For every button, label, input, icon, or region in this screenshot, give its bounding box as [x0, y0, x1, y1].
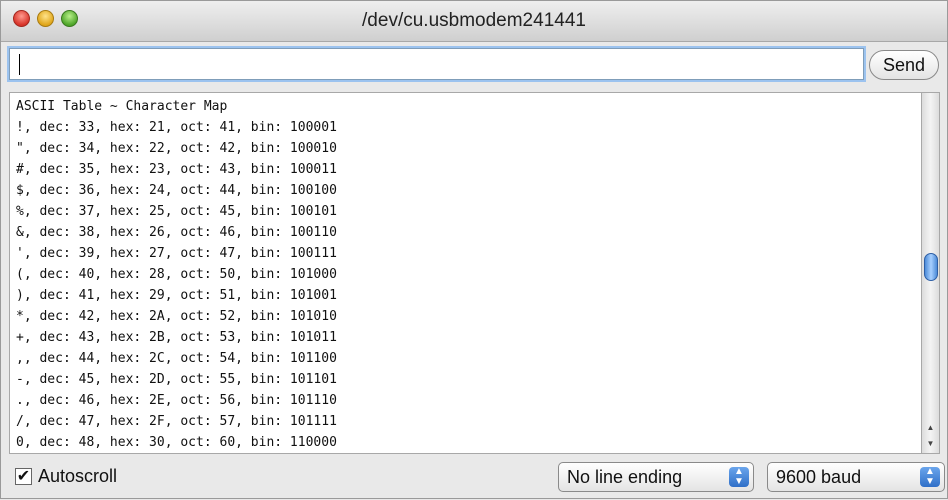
output-line: -, dec: 45, hex: 2D, oct: 55, bin: 10110…: [16, 372, 337, 387]
output-line: (, dec: 40, hex: 28, oct: 50, bin: 10100…: [16, 267, 337, 282]
line-ending-value: No line ending: [567, 467, 683, 487]
send-input[interactable]: [9, 48, 864, 80]
output-line: *, dec: 42, hex: 2A, oct: 52, bin: 10101…: [16, 309, 337, 324]
autoscroll-label: Autoscroll: [38, 465, 118, 486]
serial-monitor-window: /dev/cu.usbmodem241441 Send ASCII Table …: [0, 0, 948, 499]
output-lines: ASCII Table ~ Character Map !, dec: 33, h…: [16, 96, 337, 453]
baud-value: 9600 baud: [776, 467, 862, 487]
output-line: !, dec: 33, hex: 21, oct: 41, bin: 10000…: [16, 120, 337, 135]
output-line: &, dec: 38, hex: 26, oct: 46, bin: 10011…: [16, 225, 337, 240]
line-ending-select[interactable]: No line ending ▲ ▼: [558, 462, 754, 492]
output-line: ,, dec: 44, hex: 2C, oct: 54, bin: 10110…: [16, 351, 337, 366]
autoscroll-toggle[interactable]: ✔ Autoscroll: [15, 465, 117, 487]
output-line: 0, dec: 48, hex: 30, oct: 60, bin: 11000…: [16, 435, 337, 450]
scroll-thumb[interactable]: [924, 253, 938, 281]
output-line: /, dec: 47, hex: 2F, oct: 57, bin: 10111…: [16, 414, 337, 429]
vertical-scrollbar[interactable]: ▲ ▼: [921, 92, 940, 454]
checkmark-icon[interactable]: ✔: [15, 467, 32, 485]
output-line: %, dec: 37, hex: 25, oct: 45, bin: 10010…: [16, 204, 337, 219]
send-button[interactable]: Send: [869, 50, 939, 80]
output-line: +, dec: 43, hex: 2B, oct: 53, bin: 10101…: [16, 330, 337, 345]
status-bar: ✔ Autoscroll No line ending ▲ ▼ 9600 baud…: [1, 456, 947, 500]
output-line: ), dec: 41, hex: 29, oct: 51, bin: 10100…: [16, 288, 337, 303]
text-caret: [19, 54, 20, 75]
output-line: ', dec: 39, hex: 27, oct: 47, bin: 10011…: [16, 246, 337, 261]
select-arrows-icon: ▲ ▼: [729, 467, 749, 487]
select-arrows-icon: ▲ ▼: [920, 467, 940, 487]
output-line: ASCII Table ~ Character Map: [16, 99, 228, 114]
scroll-up-icon[interactable]: ▲: [922, 420, 939, 436]
scroll-down-icon[interactable]: ▼: [922, 436, 939, 452]
send-row: Send: [9, 48, 939, 82]
window-title: /dev/cu.usbmodem241441: [362, 10, 586, 31]
output-line: $, dec: 36, hex: 24, oct: 44, bin: 10010…: [16, 183, 337, 198]
output-line: ", dec: 34, hex: 22, oct: 42, bin: 10001…: [16, 141, 337, 156]
title-bar: /dev/cu.usbmodem241441: [1, 1, 947, 42]
baud-select[interactable]: 9600 baud ▲ ▼: [767, 462, 945, 492]
serial-output[interactable]: ASCII Table ~ Character Map !, dec: 33, h…: [9, 92, 921, 454]
output-line: ., dec: 46, hex: 2E, oct: 56, bin: 10111…: [16, 393, 337, 408]
output-line: #, dec: 35, hex: 23, oct: 43, bin: 10001…: [16, 162, 337, 177]
